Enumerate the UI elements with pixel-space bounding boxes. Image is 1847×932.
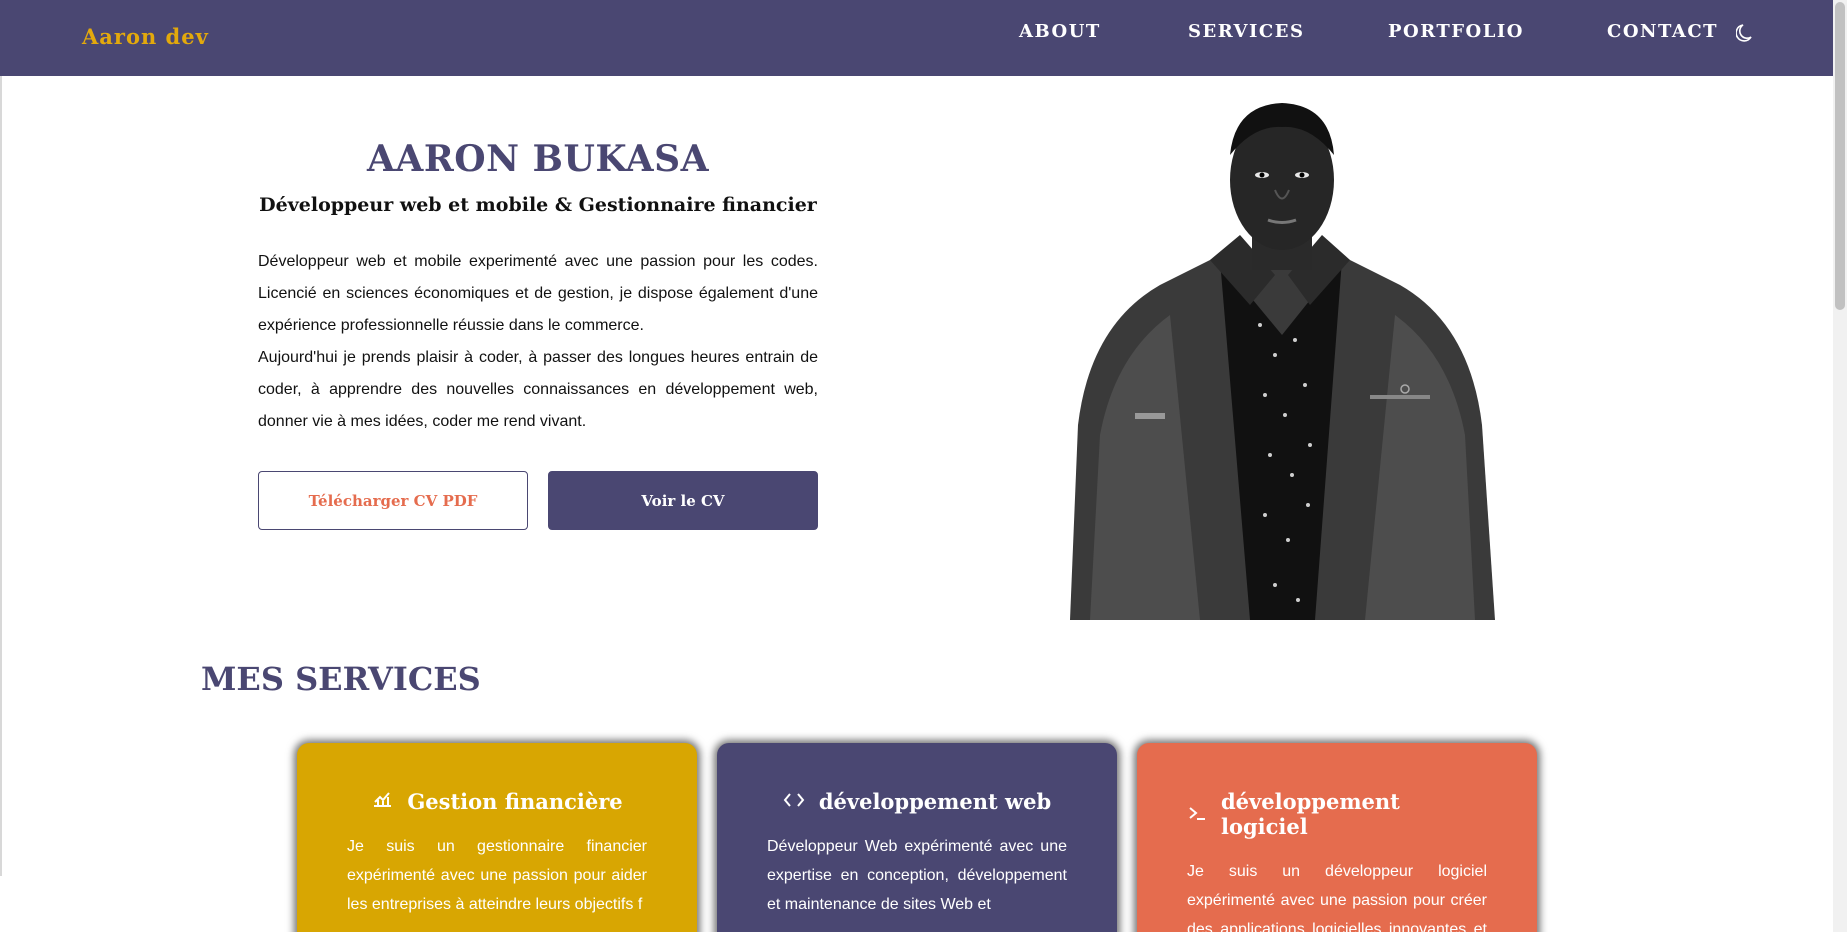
service-card-software: développement logiciel Je suis un dévelo… [1137, 743, 1537, 932]
profile-photo [1070, 95, 1495, 620]
service-card-title: Gestion financière [407, 789, 623, 814]
finance-chart-icon [371, 789, 393, 814]
nav-link-portfolio[interactable]: PORTFOLIO [1388, 21, 1524, 42]
hero-role: Développeur web et mobile & Gestionnaire… [259, 194, 817, 216]
hero-paragraph-2: Aujourd'hui je prends plaisir à coder, à… [258, 349, 818, 430]
nav-link-about[interactable]: ABOUT [1019, 21, 1101, 42]
download-cv-button[interactable]: Télécharger CV PDF [258, 471, 528, 530]
service-card-web: développement web Développeur Web expéri… [717, 743, 1117, 932]
code-icon [783, 789, 805, 814]
service-card-header: développement web [767, 789, 1067, 814]
nav-link-contact[interactable]: CONTACT [1607, 21, 1718, 42]
nav-link-services[interactable]: SERVICES [1188, 21, 1304, 42]
page-left-edge [0, 76, 2, 876]
service-card-title: développement logiciel [1221, 789, 1400, 839]
service-card-text: Je suis un gestionnaire financier expéri… [347, 838, 647, 913]
page-scrollbar[interactable] [1833, 0, 1847, 932]
service-card-header: développement logiciel [1187, 789, 1487, 839]
terminal-icon [1187, 802, 1207, 827]
hero-paragraph-1: Développeur web et mobile experimenté av… [258, 253, 818, 334]
moon-icon[interactable] [1733, 22, 1755, 44]
service-card-header: Gestion financière [347, 789, 647, 814]
top-navbar: Aaron dev ABOUT SERVICES PORTFOLIO CONTA… [0, 0, 1833, 76]
service-card-text: Je suis un développeur logiciel expérime… [1187, 863, 1487, 932]
hero-name: AARON BUKASA [366, 138, 710, 180]
service-card-title: développement web [818, 789, 1052, 814]
service-card-finance: Gestion financière Je suis un gestionnai… [297, 743, 697, 932]
view-cv-button[interactable]: Voir le CV [548, 471, 818, 530]
service-card-text: Développeur Web expérimenté avec une exp… [767, 838, 1067, 913]
services-title: MES SERVICES [201, 660, 481, 698]
hero-description: Développeur web et mobile experimenté av… [258, 246, 818, 438]
brand-logo-link[interactable]: Aaron dev [82, 24, 209, 49]
scrollbar-thumb[interactable] [1835, 2, 1845, 310]
